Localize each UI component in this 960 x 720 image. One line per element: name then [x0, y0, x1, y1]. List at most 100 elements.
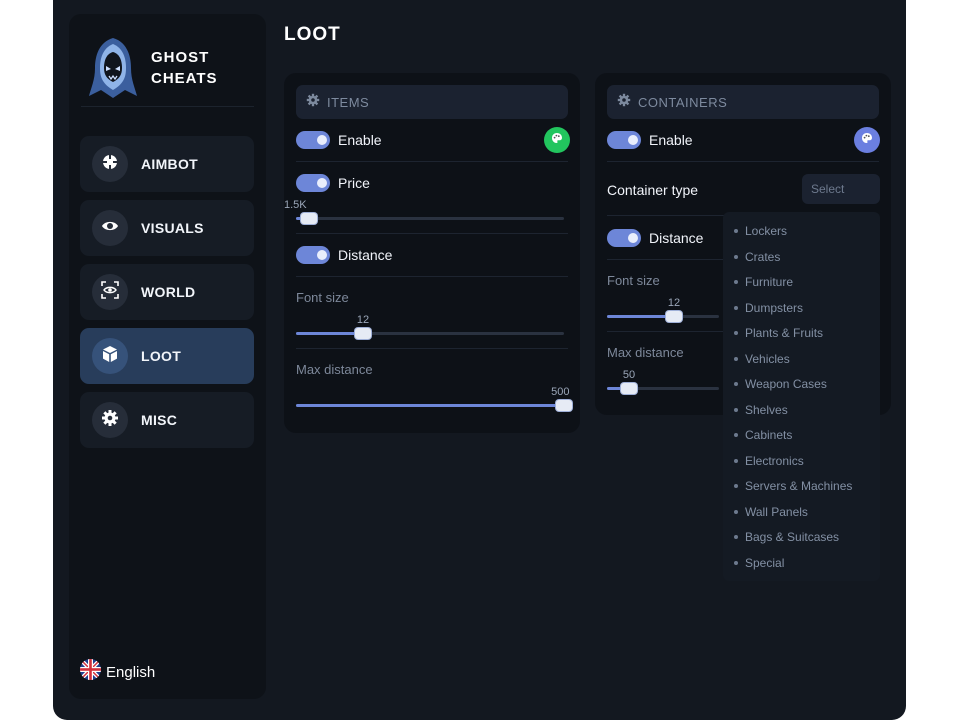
- slider-thumb[interactable]: [556, 400, 572, 411]
- dropdown-option[interactable]: Wall Panels: [734, 505, 808, 519]
- dropdown-option-label: Cabinets: [745, 428, 793, 442]
- dropdown-option-label: Electronics: [745, 453, 804, 468]
- items-panel-header: ITEMS: [296, 85, 568, 119]
- bullet-icon: [734, 535, 738, 539]
- containers-font-size-value: 12: [667, 297, 681, 309]
- items-font-size-label: Font size: [296, 290, 349, 305]
- containers-font-size-slider[interactable]: 12: [607, 297, 719, 322]
- world-eye-icon: [101, 280, 119, 304]
- divider: [296, 348, 568, 349]
- bullet-icon: [734, 560, 738, 565]
- container-type-row: Container type: [607, 182, 698, 198]
- dropdown-option[interactable]: Electronics: [734, 454, 804, 468]
- gear-icon: [617, 93, 631, 112]
- bullet-icon: [734, 305, 738, 310]
- dropdown-option[interactable]: Vehicles: [734, 352, 790, 366]
- containers-color-picker[interactable]: [854, 127, 880, 153]
- containers-max-distance-value: 50: [622, 369, 636, 381]
- price-value: 1.5K: [284, 199, 307, 211]
- items-enable-row: Enable: [296, 131, 382, 149]
- crosshair-icon: [101, 153, 119, 176]
- bullet-icon: [734, 229, 738, 233]
- eye-icon: [101, 217, 119, 240]
- slider-thumb[interactable]: [355, 328, 371, 339]
- gear-icon: [101, 409, 119, 432]
- dropdown-option[interactable]: Weapon Cases: [734, 377, 827, 391]
- bullet-icon: [734, 382, 738, 386]
- items-distance-toggle[interactable]: [296, 246, 330, 264]
- bullet-icon: [734, 509, 738, 514]
- bullet-icon: [734, 280, 738, 284]
- dropdown-option[interactable]: Bags & Suitcases: [734, 530, 839, 544]
- items-max-distance-slider[interactable]: 500: [296, 386, 572, 411]
- containers-enable-row: Enable: [607, 131, 693, 149]
- language-selector[interactable]: English: [80, 659, 155, 685]
- items-distance-label: Distance: [338, 247, 393, 263]
- dropdown-option[interactable]: Cabinets: [734, 428, 792, 442]
- items-enable-label: Enable: [338, 132, 382, 148]
- dropdown-option-label: Dumpsters: [745, 300, 804, 315]
- sidebar-item-label: MISC: [141, 412, 178, 428]
- containers-distance-label: Distance: [649, 230, 704, 246]
- containers-distance-row: Distance: [607, 229, 703, 247]
- brand-logo: GHOST CHEATS: [89, 36, 218, 100]
- containers-distance-toggle[interactable]: [607, 229, 641, 247]
- items-font-size-value: 12: [356, 314, 370, 326]
- divider: [296, 161, 568, 162]
- items-price-toggle[interactable]: [296, 174, 330, 192]
- items-panel-title: ITEMS: [327, 94, 370, 110]
- container-type-select[interactable]: Select: [802, 174, 880, 204]
- bullet-icon: [734, 331, 738, 335]
- box-icon: [101, 345, 119, 368]
- dropdown-option-label: Bags & Suitcases: [745, 530, 840, 544]
- sidebar-item-misc[interactable]: MISC: [80, 392, 254, 448]
- containers-max-distance-label: Max distance: [607, 345, 684, 360]
- logo-divider: [81, 106, 254, 107]
- sidebar-item-world[interactable]: WORLD: [80, 264, 254, 320]
- bullet-icon: [734, 433, 738, 437]
- sidebar-item-loot[interactable]: LOOT: [80, 328, 254, 384]
- palette-icon: [861, 131, 873, 149]
- items-font-size-slider[interactable]: 12: [296, 314, 564, 339]
- divider: [296, 276, 568, 277]
- items-price-row: Price: [296, 174, 370, 192]
- dropdown-option[interactable]: Furniture: [734, 275, 793, 289]
- brand-line-1: GHOST: [151, 49, 210, 66]
- dropdown-option-label: Vehicles: [745, 351, 790, 366]
- dropdown-option-label: Lockers: [745, 224, 788, 238]
- items-distance-row: Distance: [296, 246, 392, 264]
- items-price-label: Price: [338, 175, 370, 191]
- dropdown-option[interactable]: Special: [734, 556, 784, 570]
- items-enable-toggle[interactable]: [296, 131, 330, 149]
- containers-max-distance-slider[interactable]: 50: [607, 369, 719, 394]
- sidebar-item-label: LOOT: [141, 348, 182, 364]
- dropdown-option[interactable]: Shelves: [734, 403, 788, 417]
- uk-flag-icon: [80, 659, 101, 685]
- container-type-label: Container type: [607, 182, 699, 198]
- slider-thumb[interactable]: [301, 213, 317, 224]
- sidebar-item-visuals[interactable]: VISUALS: [80, 200, 254, 256]
- dropdown-option[interactable]: Lockers: [734, 224, 787, 238]
- dropdown-option[interactable]: Crates: [734, 250, 780, 264]
- bullet-icon: [734, 254, 738, 259]
- items-panel: ITEMS Enable Price 1.5K Distance Font si: [284, 73, 580, 433]
- slider-thumb[interactable]: [621, 383, 637, 394]
- sidebar: GHOST CHEATS AIMBOT VISUALS WORLD LOOT M…: [69, 14, 266, 699]
- sidebar-item-label: VISUALS: [141, 220, 204, 236]
- slider-thumb[interactable]: [666, 311, 682, 322]
- gear-icon: [306, 93, 320, 112]
- items-color-picker[interactable]: [544, 127, 570, 153]
- sidebar-item-aimbot[interactable]: AIMBOT: [80, 136, 254, 192]
- dropdown-option-label: Servers & Machines: [745, 479, 853, 493]
- price-slider[interactable]: 1.5K: [284, 199, 564, 224]
- dropdown-option-label: Weapon Cases: [745, 377, 827, 391]
- dropdown-option[interactable]: Dumpsters: [734, 301, 803, 315]
- items-max-distance-value: 500: [551, 386, 570, 398]
- dropdown-option[interactable]: Plants & Fruits: [734, 326, 823, 340]
- sidebar-item-label: WORLD: [141, 284, 196, 300]
- containers-enable-toggle[interactable]: [607, 131, 641, 149]
- dropdown-option[interactable]: Servers & Machines: [734, 479, 852, 493]
- dropdown-option-label: Crates: [745, 249, 781, 264]
- containers-panel-header: CONTAINERS: [607, 85, 879, 119]
- container-type-dropdown: Lockers Crates Furniture Dumpsters Plants & …: [723, 212, 880, 581]
